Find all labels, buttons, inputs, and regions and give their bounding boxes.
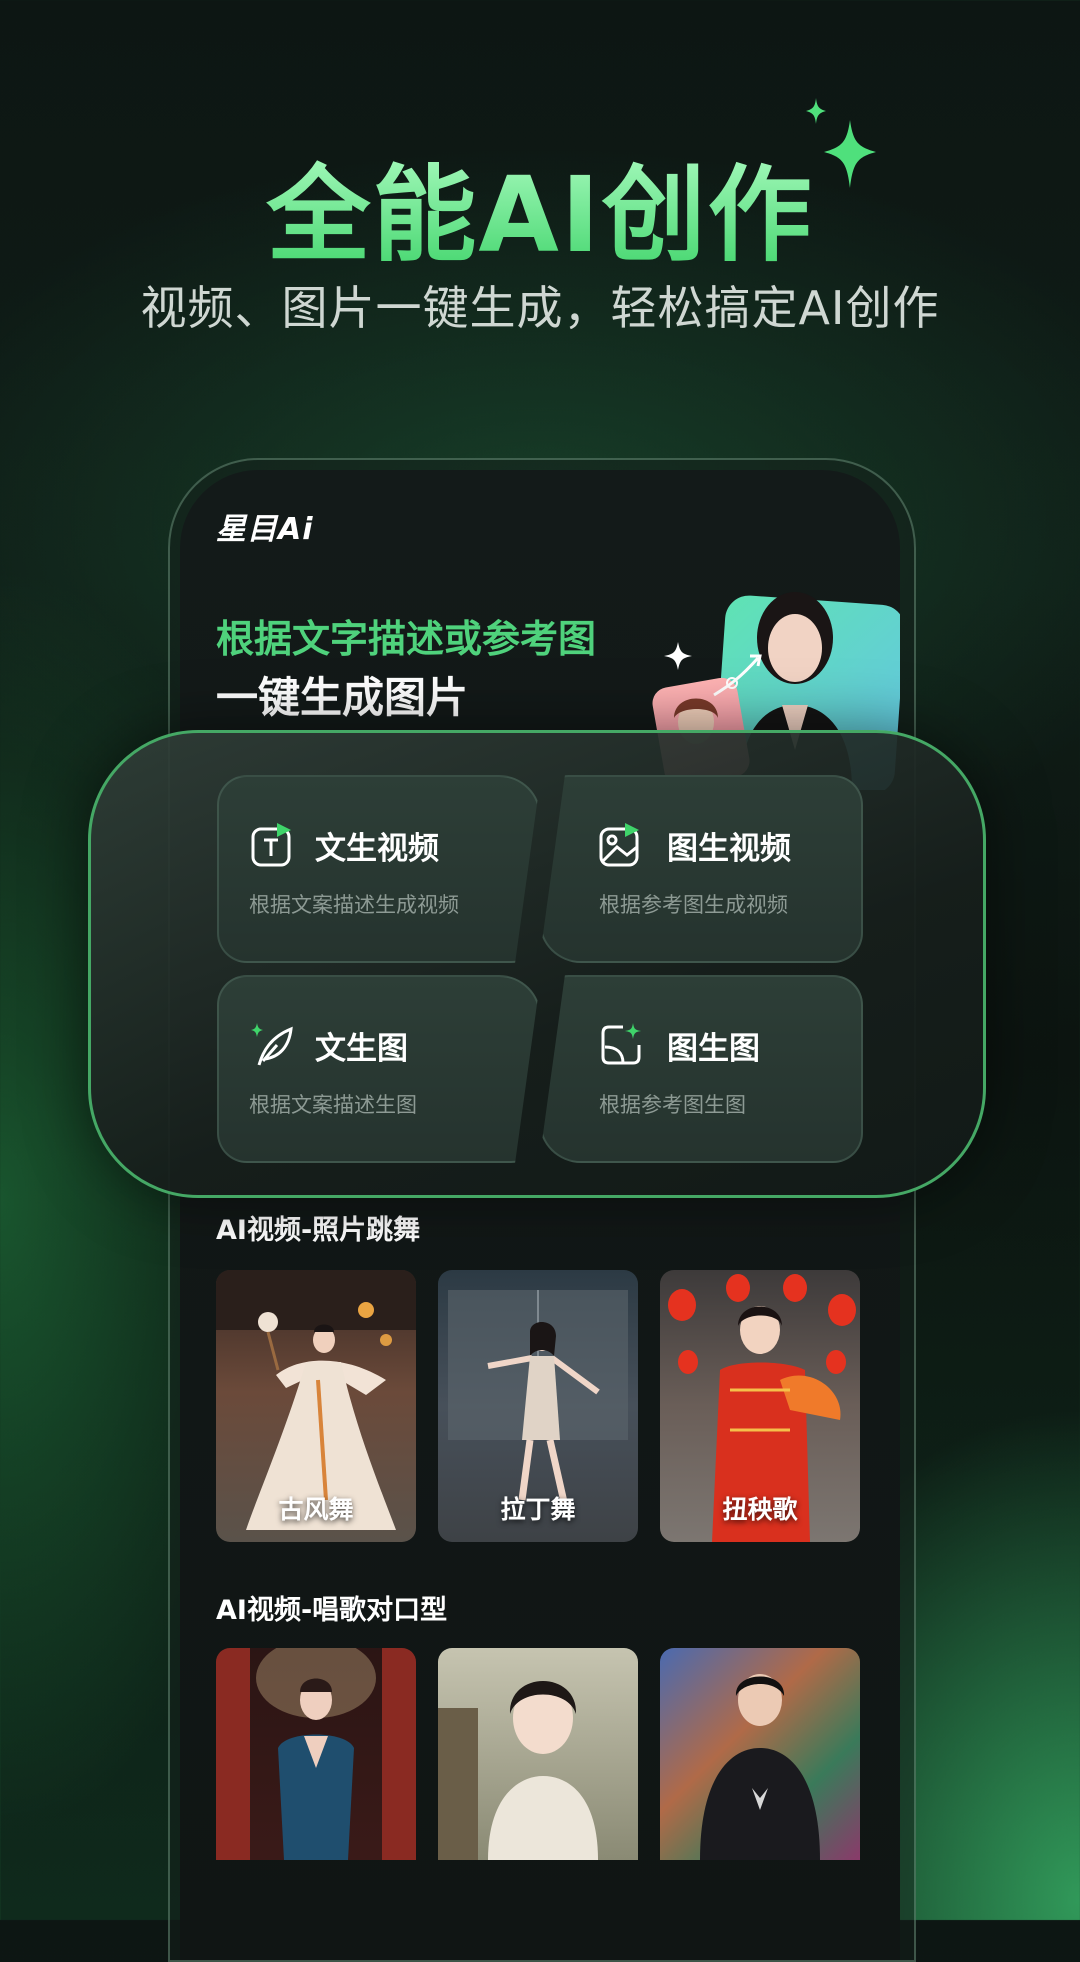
feature-panel: 文生视频 根据文案描述生成视频 图生视频 根据参考图生成视频 文生图 根据文案描… [88, 730, 986, 1198]
feather-icon [251, 1023, 293, 1066]
feature-title: 文生视频 [315, 831, 439, 867]
text-video-icon [251, 823, 291, 867]
banner-line-1: 根据文字描述或参考图 [216, 617, 597, 661]
thumb-label: 古风舞 [278, 1495, 354, 1524]
section-title-dance: AI视频-照片跳舞 [216, 1215, 421, 1246]
hero-subtitle: 视频、图片一键生成，轻松搞定AI创作 [140, 281, 940, 335]
app-logo: 星目Ai [216, 512, 314, 547]
video-thumb[interactable]: 扭秧歌 [660, 1270, 860, 1542]
feature-card-text-to-video[interactable]: 文生视频 根据文案描述生成视频 [217, 775, 541, 963]
thumb-label: 拉丁舞 [500, 1495, 576, 1524]
feature-desc: 根据文案描述生成视频 [249, 893, 459, 917]
thumb-label: 扭秧歌 [722, 1495, 798, 1524]
feature-card-image-to-image[interactable]: 图生图 根据参考图生图 [539, 975, 863, 1163]
video-thumb[interactable] [660, 1648, 860, 1860]
feature-title: 图生视频 [667, 831, 791, 867]
feature-desc: 根据文案描述生图 [249, 1093, 417, 1117]
video-thumb[interactable] [438, 1648, 638, 1860]
feature-card-text-to-image[interactable]: 文生图 根据文案描述生图 [217, 975, 541, 1163]
feature-card-image-to-video[interactable]: 图生视频 根据参考图生成视频 [539, 775, 863, 963]
video-thumb[interactable]: 古风舞 [216, 1270, 416, 1542]
feature-desc: 根据参考图生图 [599, 1093, 746, 1117]
image-to-image-icon [601, 1023, 641, 1065]
singer-figure [438, 1681, 598, 1860]
video-thumb[interactable] [216, 1648, 416, 1860]
sparkle-icon [806, 98, 876, 188]
section-title-lipsync: AI视频-唱歌对口型 [216, 1595, 448, 1626]
feature-title: 图生图 [667, 1031, 760, 1067]
video-thumb[interactable]: 拉丁舞 [438, 1270, 638, 1542]
feature-desc: 根据参考图生成视频 [599, 893, 788, 917]
singer-figure [700, 1674, 820, 1860]
feature-title: 文生图 [315, 1031, 408, 1067]
banner-line-2[interactable]: 一键生成图片 [216, 664, 468, 725]
app-screen: 星目Ai 根据文字描述或参考图 一键生成图片 AI视频-照片跳舞 古风舞 拉丁舞… [180, 470, 900, 1960]
image-video-icon [599, 823, 639, 867]
singer-figure [216, 1648, 416, 1860]
hero-title: 全能AI创作 [0, 130, 1080, 281]
